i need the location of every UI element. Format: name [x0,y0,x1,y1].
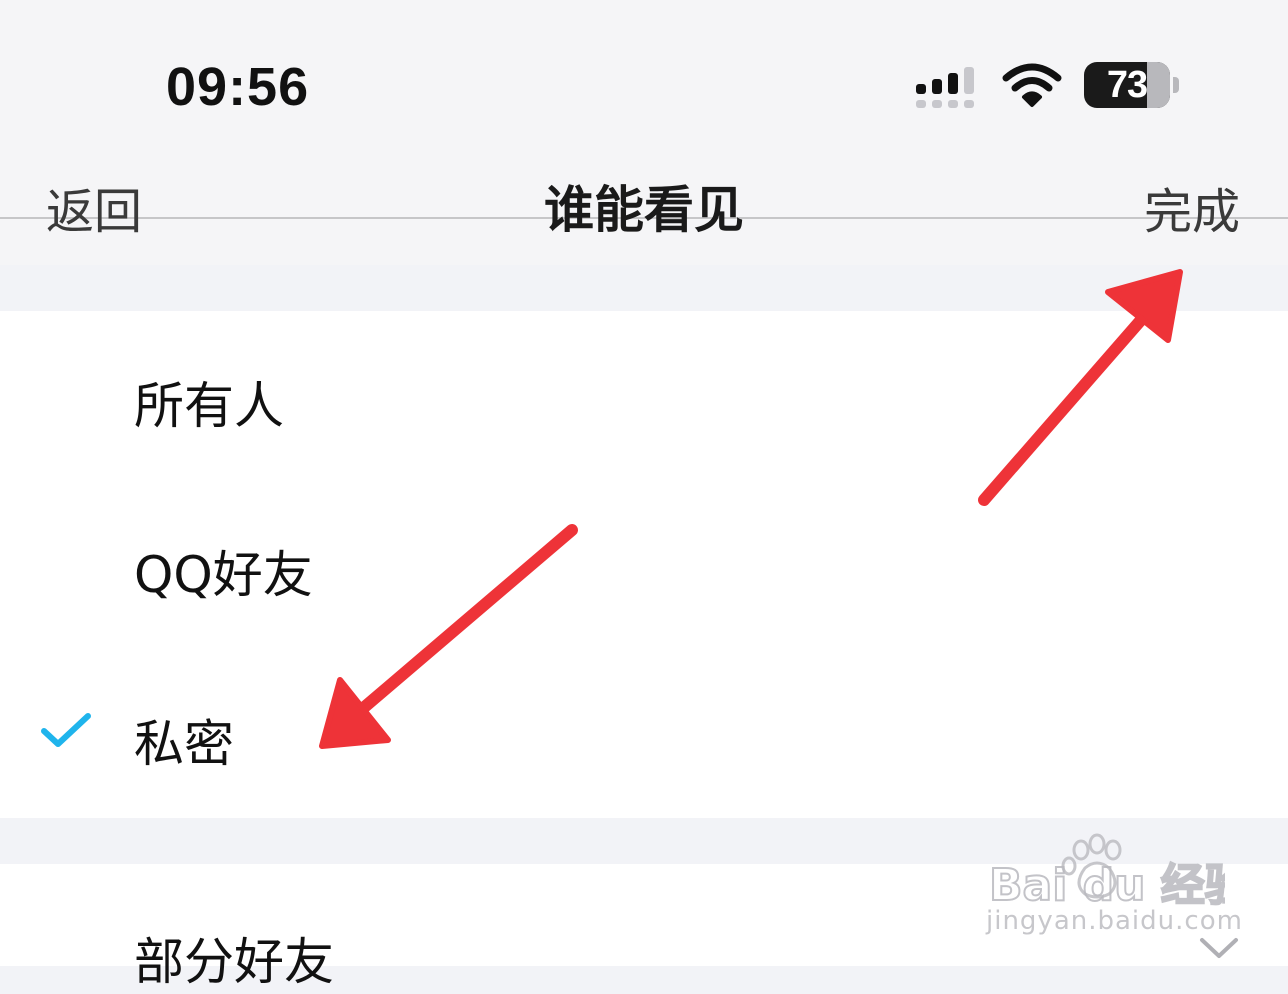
option-label: 所有人 [134,377,284,435]
wifi-icon [1002,63,1062,107]
option-everyone[interactable]: 所有人 [0,311,1288,480]
battery-body: 73 [1084,62,1170,108]
visibility-options-list: 所有人 QQ好友 私密 [0,311,1288,818]
battery-level-text: 73 [1106,64,1148,106]
battery-cap [1173,77,1179,93]
nav-divider [0,217,1288,219]
checkmark-icon [41,713,91,747]
done-button[interactable]: 完成 [1144,172,1240,242]
nav-bar [0,150,1288,265]
status-time: 09:56 [166,57,310,117]
status-bar: 09:56 73 [0,0,1288,150]
watermark-url: jingyan.baidu.com [986,906,1243,936]
option-private[interactable]: 私密 [0,649,1288,818]
cellular-signal-icon [916,67,974,108]
option-qq-friends[interactable]: QQ好友 [0,480,1288,649]
option-label: 私密 [134,715,234,773]
back-button[interactable]: 返回 [46,172,142,242]
option-label: QQ好友 [134,546,313,604]
battery-indicator: 73 [1084,62,1180,110]
chevron-down-icon[interactable] [1198,934,1240,962]
option-label: 部分好友 [134,933,334,991]
